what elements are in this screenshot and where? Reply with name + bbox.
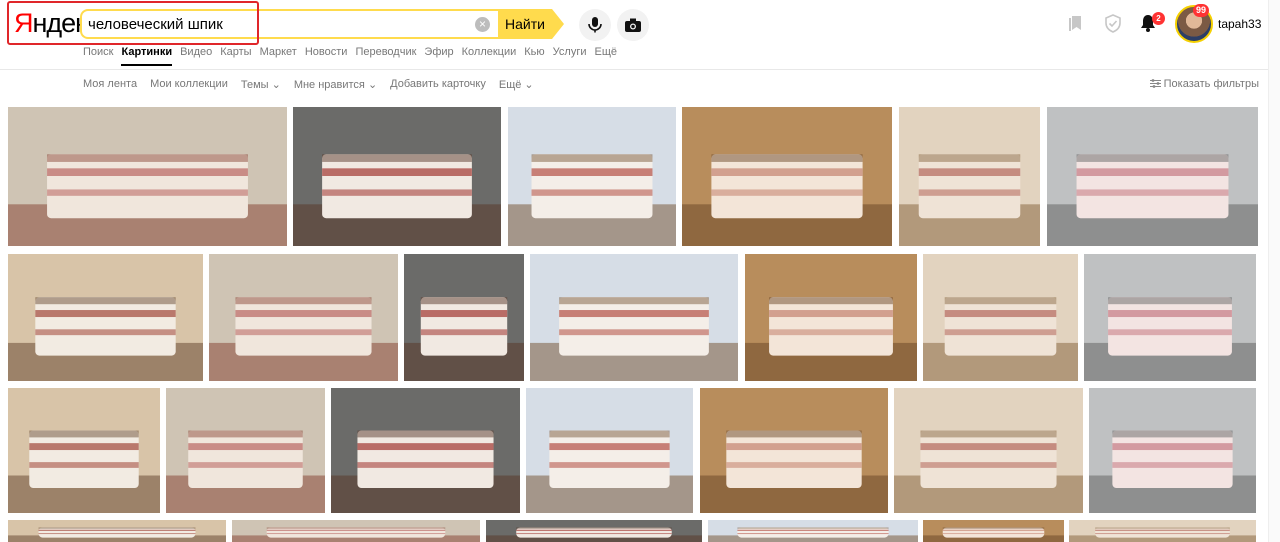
image-tile[interactable] [209,254,398,381]
image-tile[interactable] [404,254,524,381]
image-results-grid [0,0,1280,542]
salo-photo [8,520,226,542]
salo-photo [700,388,888,513]
image-tile[interactable] [486,520,702,542]
image-tile[interactable] [1047,107,1258,246]
image-tile[interactable] [923,254,1078,381]
salo-photo [8,254,203,381]
image-tile[interactable] [923,520,1064,542]
salo-photo [708,520,918,542]
salo-photo [209,254,398,381]
salo-photo [486,520,702,542]
image-tile[interactable] [8,520,226,542]
image-tile[interactable] [1089,388,1256,513]
image-tile[interactable] [508,107,676,246]
image-tile[interactable] [166,388,325,513]
image-tile[interactable] [899,107,1040,246]
salo-photo [526,388,693,513]
salo-photo [530,254,738,381]
image-tile[interactable] [293,107,501,246]
salo-photo [166,388,325,513]
image-tile[interactable] [232,520,480,542]
image-tile[interactable] [745,254,917,381]
page-scrollbar[interactable] [1268,0,1280,542]
image-tile[interactable] [8,107,287,246]
salo-photo [923,520,1064,542]
image-tile[interactable] [894,388,1083,513]
salo-photo [894,388,1083,513]
salo-photo [232,520,480,542]
salo-photo [404,254,524,381]
image-tile[interactable] [8,388,160,513]
salo-photo [745,254,917,381]
image-tile[interactable] [331,388,520,513]
salo-photo [923,254,1078,381]
salo-photo [1069,520,1256,542]
image-tile[interactable] [682,107,892,246]
image-tile[interactable] [530,254,738,381]
salo-photo [8,107,287,246]
salo-photo [682,107,892,246]
image-tile[interactable] [708,520,918,542]
salo-photo [1089,388,1256,513]
image-tile[interactable] [1084,254,1256,381]
image-tile[interactable] [700,388,888,513]
image-tile[interactable] [526,388,693,513]
salo-photo [1047,107,1258,246]
salo-photo [1084,254,1256,381]
salo-photo [331,388,520,513]
image-tile[interactable] [8,254,203,381]
image-tile[interactable] [1069,520,1256,542]
salo-photo [293,107,501,246]
salo-photo [899,107,1040,246]
salo-photo [8,388,160,513]
salo-photo [508,107,676,246]
